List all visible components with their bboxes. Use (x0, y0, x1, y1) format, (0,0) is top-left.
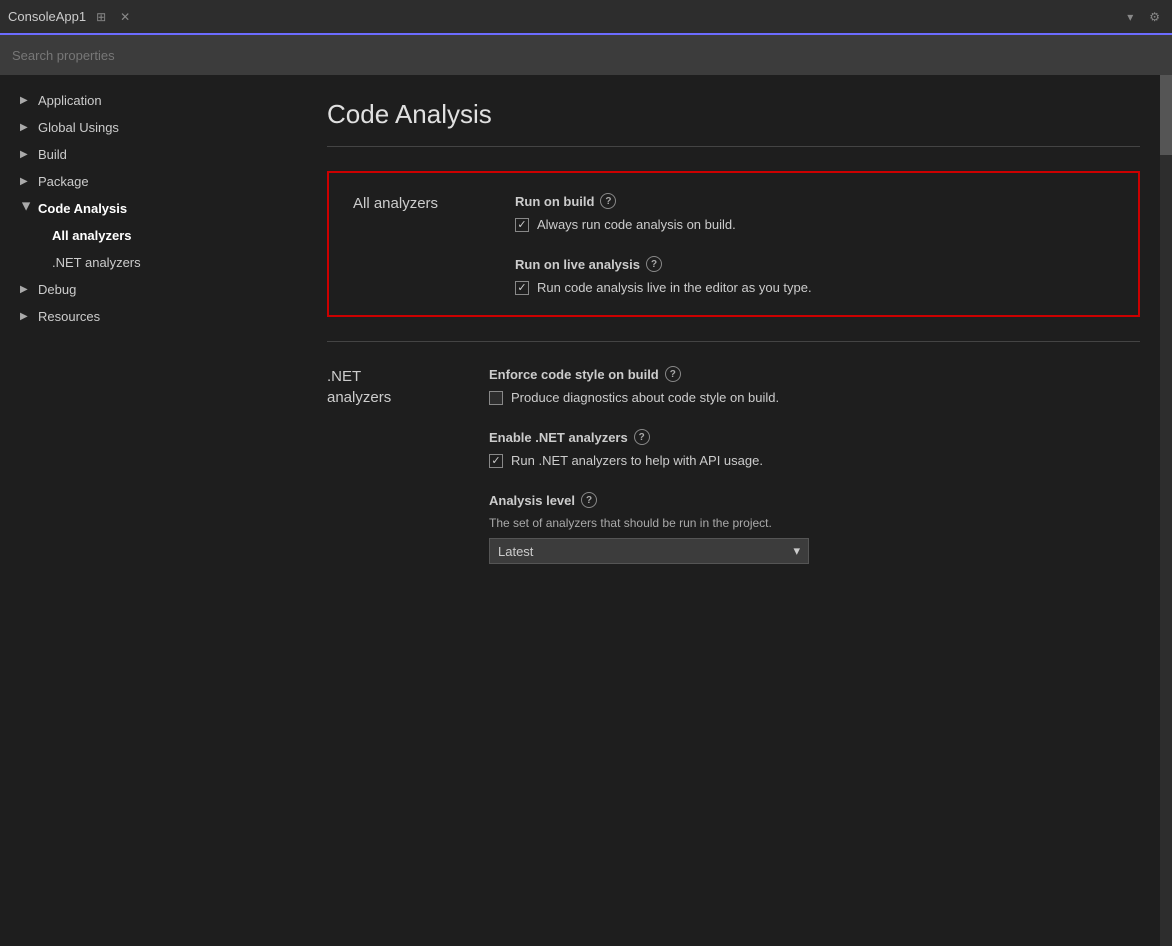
enable-net-analyzers-group: Enable .NET analyzers ? Run .NET analyze… (489, 429, 1140, 468)
analysis-level-dropdown[interactable]: Latest ▾ (489, 538, 809, 564)
run-on-live-analysis-group: Run on live analysis ? Run code analysis… (515, 256, 1114, 295)
dropdown-arrow-icon: ▾ (793, 543, 800, 559)
sidebar-item-all-analyzers[interactable]: All analyzers (0, 222, 295, 249)
enforce-code-style-text: Produce diagnostics about code style on … (511, 390, 779, 405)
chevron-code-analysis-icon: ▶ (21, 203, 32, 215)
sidebar-item-all-analyzers-label: All analyzers (52, 228, 132, 243)
analysis-level-group: Analysis level ? The set of analyzers th… (489, 492, 1140, 564)
chevron-build-icon: ▶ (20, 149, 32, 160)
enable-net-analyzers-title: Enable .NET analyzers ? (489, 429, 1140, 445)
sidebar-item-resources-label: Resources (38, 309, 100, 324)
enable-net-analyzers-help-icon[interactable]: ? (634, 429, 650, 445)
chevron-global-usings-icon: ▶ (20, 122, 32, 133)
enforce-code-style-title: Enforce code style on build ? (489, 366, 1140, 382)
main-layout: ▶ Application ▶ Global Usings ▶ Build ▶ … (0, 75, 1172, 946)
sidebar-item-net-analyzers[interactable]: .NET analyzers (0, 249, 295, 276)
dropdown-icon[interactable]: ▾ (1123, 8, 1137, 26)
scrollbar-thumb[interactable] (1160, 75, 1172, 155)
net-analyzers-label: .NET analyzers (327, 366, 457, 564)
sidebar: ▶ Application ▶ Global Usings ▶ Build ▶ … (0, 75, 295, 946)
sidebar-item-package-label: Package (38, 174, 89, 189)
run-on-build-checkbox-wrap: Always run code analysis on build. (515, 217, 1114, 232)
chevron-resources-icon: ▶ (20, 311, 32, 322)
scrollbar-track[interactable] (1160, 75, 1172, 946)
run-on-build-title: Run on build ? (515, 193, 1114, 209)
enforce-code-style-checkbox[interactable] (489, 391, 503, 405)
run-on-live-title: Run on live analysis ? (515, 256, 1114, 272)
section-divider-top (327, 146, 1140, 147)
enable-net-analyzers-checkbox-wrap: Run .NET analyzers to help with API usag… (489, 453, 1140, 468)
chevron-debug-icon: ▶ (20, 284, 32, 295)
run-on-live-help-icon[interactable]: ? (646, 256, 662, 272)
sidebar-item-code-analysis[interactable]: ▶ Code Analysis (0, 195, 295, 222)
enable-net-analyzers-text: Run .NET analyzers to help with API usag… (511, 453, 763, 468)
analysis-level-help-icon[interactable]: ? (581, 492, 597, 508)
enforce-code-style-checkbox-wrap: Produce diagnostics about code style on … (489, 390, 1140, 405)
pin-icon[interactable]: ⊞ (92, 8, 110, 26)
title-bar-actions: ▾ ⚙ (1123, 8, 1164, 26)
run-on-live-checkbox-wrap: Run code analysis live in the editor as … (515, 280, 1114, 295)
settings-icon[interactable]: ⚙ (1145, 8, 1164, 26)
run-on-build-text: Always run code analysis on build. (537, 217, 736, 232)
tab-label: ConsoleApp1 (8, 9, 86, 24)
sidebar-item-build[interactable]: ▶ Build (0, 141, 295, 168)
run-on-live-text: Run code analysis live in the editor as … (537, 280, 812, 295)
sidebar-item-resources[interactable]: ▶ Resources (0, 303, 295, 330)
enable-net-analyzers-checkbox[interactable] (489, 454, 503, 468)
analysis-level-desc: The set of analyzers that should be run … (489, 516, 1140, 530)
run-on-build-group: Run on build ? Always run code analysis … (515, 193, 1114, 232)
net-analyzers-section: .NET analyzers Enforce code style on bui… (327, 366, 1140, 564)
search-bar (0, 35, 1172, 75)
search-input[interactable] (12, 48, 1160, 63)
run-on-build-checkbox[interactable] (515, 218, 529, 232)
sidebar-item-build-label: Build (38, 147, 67, 162)
enforce-code-style-group: Enforce code style on build ? Produce di… (489, 366, 1140, 405)
all-analyzers-label: All analyzers (353, 193, 483, 295)
page-title: Code Analysis (327, 99, 1140, 130)
all-analyzers-section: All analyzers Run on build ? Always run … (327, 171, 1140, 317)
sidebar-item-package[interactable]: ▶ Package (0, 168, 295, 195)
sidebar-item-debug-label: Debug (38, 282, 76, 297)
section-divider-mid (327, 341, 1140, 342)
sidebar-item-net-analyzers-label: .NET analyzers (52, 255, 141, 270)
all-analyzers-content: Run on build ? Always run code analysis … (515, 193, 1114, 295)
tab-console-app[interactable]: ConsoleApp1 ⊞ ✕ (8, 8, 134, 26)
sidebar-item-application[interactable]: ▶ Application (0, 87, 295, 114)
close-tab-icon[interactable]: ✕ (116, 8, 134, 26)
analysis-level-value: Latest (498, 544, 533, 559)
enforce-code-style-help-icon[interactable]: ? (665, 366, 681, 382)
content-area: Code Analysis All analyzers Run on build… (295, 75, 1172, 946)
run-on-build-help-icon[interactable]: ? (600, 193, 616, 209)
analysis-level-title: Analysis level ? (489, 492, 1140, 508)
net-analyzers-content: Enforce code style on build ? Produce di… (489, 366, 1140, 564)
sidebar-item-code-analysis-label: Code Analysis (38, 201, 127, 216)
sidebar-item-global-usings[interactable]: ▶ Global Usings (0, 114, 295, 141)
sidebar-item-global-usings-label: Global Usings (38, 120, 119, 135)
chevron-package-icon: ▶ (20, 176, 32, 187)
sidebar-item-application-label: Application (38, 93, 102, 108)
title-bar: ConsoleApp1 ⊞ ✕ ▾ ⚙ (0, 0, 1172, 35)
sidebar-item-debug[interactable]: ▶ Debug (0, 276, 295, 303)
chevron-application-icon: ▶ (20, 95, 32, 106)
run-on-live-checkbox[interactable] (515, 281, 529, 295)
